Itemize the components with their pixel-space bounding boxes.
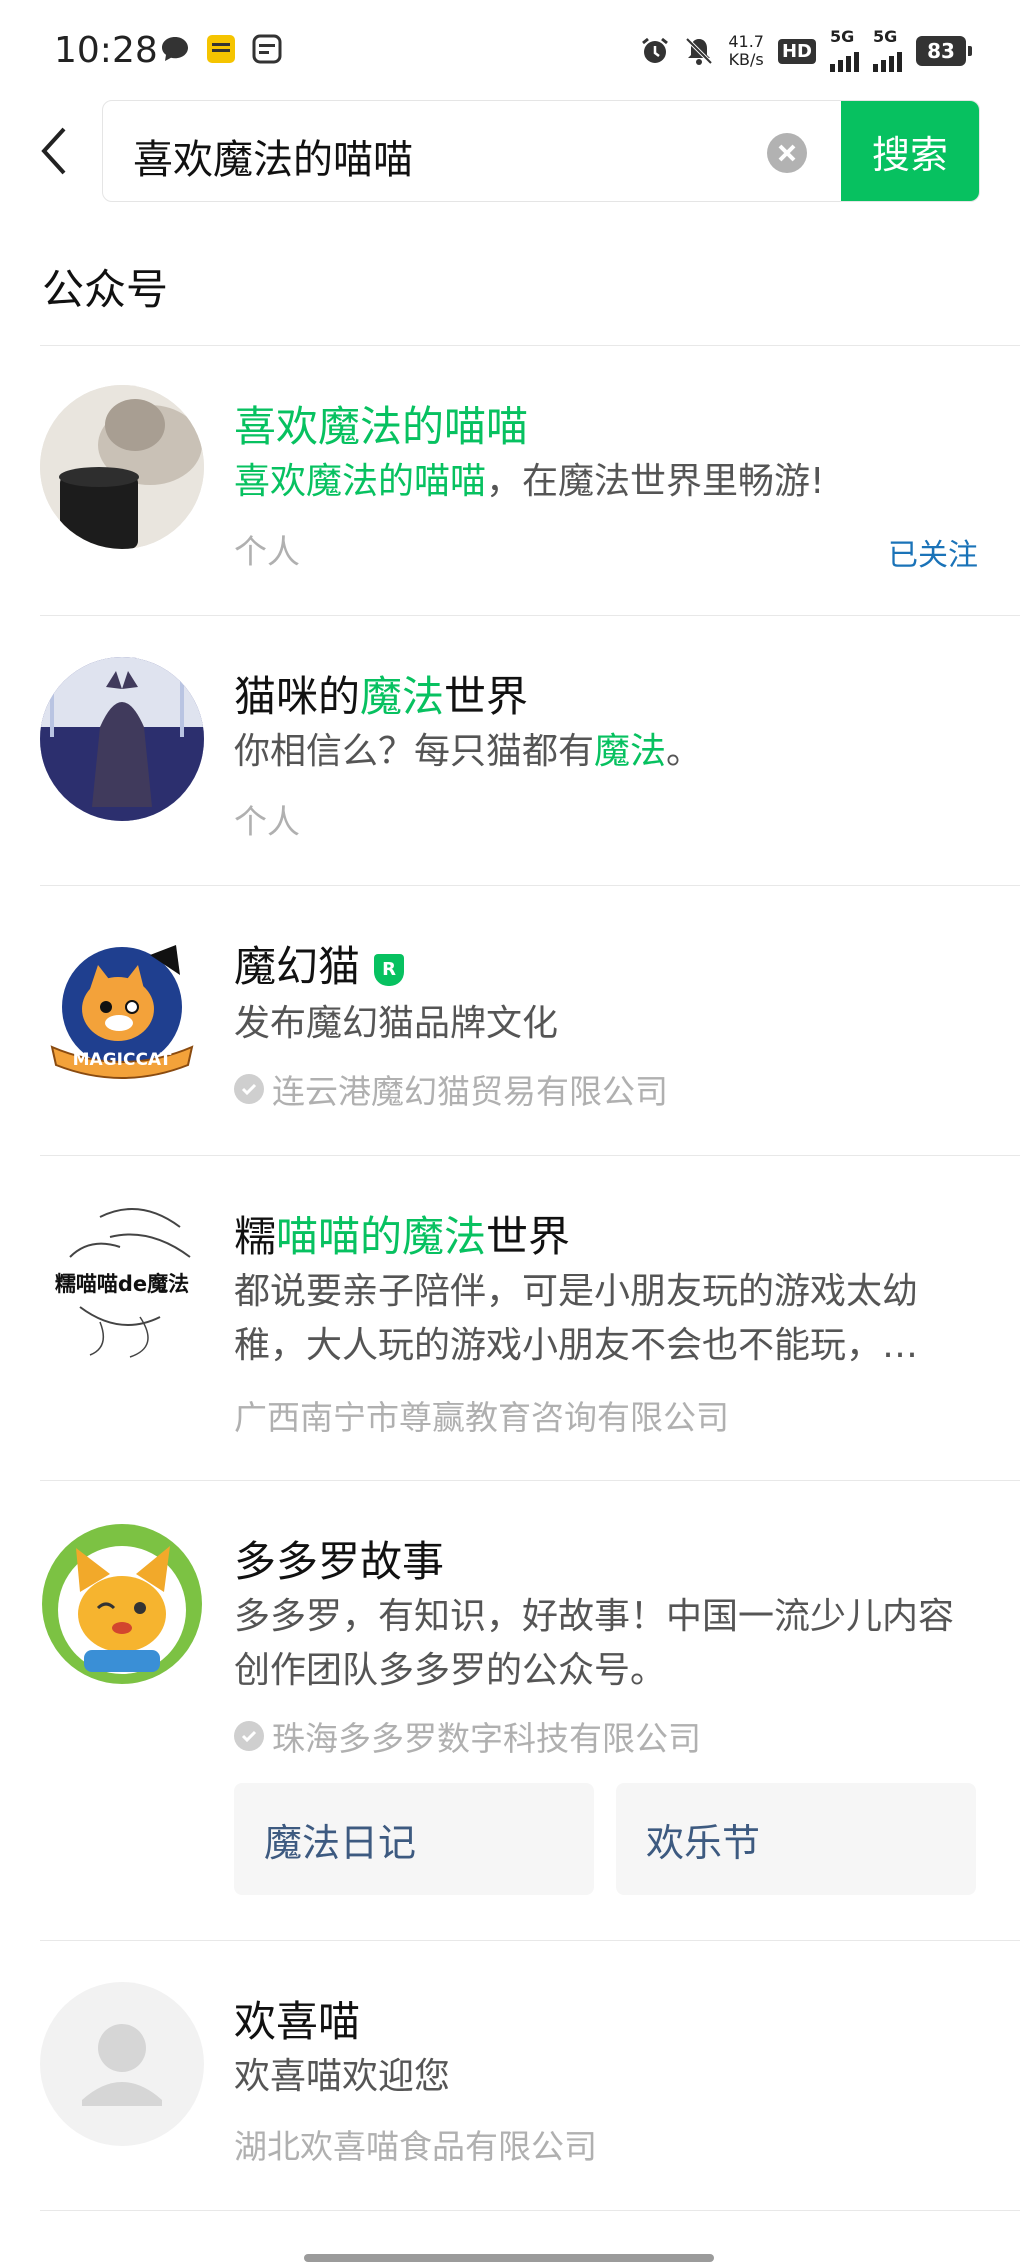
title-part: 世界 <box>444 672 529 721</box>
wallet-icon <box>252 34 282 64</box>
section-title: 公众号 <box>42 265 169 314</box>
net-speed-value: 41.7 <box>728 32 764 51</box>
signal-bars-icon <box>830 44 859 72</box>
search-bar: 喜欢魔法的喵喵 搜索 <box>102 100 980 202</box>
desc-part: 。 <box>666 731 703 772</box>
result-description: 都说要亲子陪伴，可是小朋友玩的游戏太幼稚，大人玩的游戏小朋友不会也不能玩，… <box>234 1271 919 1366</box>
desc-part: 你相信么？每只猫都有 <box>234 731 595 772</box>
home-indicator[interactable] <box>304 2254 714 2262</box>
net-speed-unit: KB/s <box>728 50 764 69</box>
back-button[interactable] <box>28 115 84 187</box>
battery-icon: 83 <box>916 36 972 66</box>
avatar: MAGICCAT <box>40 927 204 1091</box>
logo-text: MAGICCAT <box>73 1050 172 1070</box>
result-item[interactable]: 糯喵喵de魔法 糯喵喵的魔法世界 都说要亲子陪伴，可是小朋友玩的游戏太幼稚，大人… <box>0 1155 1020 1480</box>
signal-sim2: 5G <box>873 27 902 72</box>
title-part: 糯 <box>234 1212 277 1261</box>
result-description: 欢喜喵欢迎您 <box>234 2056 451 2097</box>
title-highlight: 喵喵的魔法 <box>276 1212 487 1261</box>
close-icon <box>778 144 796 162</box>
title-text: 魔幻猫 <box>234 942 361 991</box>
result-type: 个人 <box>234 532 300 571</box>
hd-badge: HD <box>777 38 816 64</box>
status-right: 41.7 KB/s HD 5G 5G 83 <box>640 27 972 72</box>
status-time: 10:28 <box>54 30 158 71</box>
result-item[interactable]: 喜欢魔法的喵喵 喜欢魔法的喵喵，在魔法世界里畅游! 个人 已关注 <box>0 345 1020 615</box>
search-input[interactable]: 喜欢魔法的喵喵 <box>133 127 413 185</box>
avatar: 糯喵喵de魔法 <box>40 1197 204 1361</box>
status-bar: 10:28 41.7 KB/s HD 5G 5G 83 <box>0 0 1020 100</box>
result-item[interactable]: 多多罗故事 多多罗，有知识，好故事！中国一流少儿内容创作团队多多罗的公众号。 珠… <box>0 1480 1020 1940</box>
signal-bars-icon <box>873 44 902 72</box>
app-notification-icon <box>207 35 235 63</box>
result-description: 喜欢魔法的喵喵，在魔法世界里畅游! <box>234 455 974 509</box>
default-user-icon <box>82 2024 162 2106</box>
avatar <box>40 657 204 821</box>
signal-sim1: 5G <box>830 27 859 72</box>
duoduoluo-logo <box>42 1524 202 1684</box>
result-title: 猫咪的魔法世界 <box>234 663 528 724</box>
network-speed: 41.7 KB/s <box>728 33 764 69</box>
result-type: 个人 <box>234 802 300 841</box>
chat-bubble-icon <box>162 37 188 61</box>
verified-check-icon <box>234 1074 264 1104</box>
mute-bell-icon <box>685 37 713 65</box>
result-item[interactable]: 欢喜喵 欢喜喵欢迎您 湖北欢喜喵食品有限公司 <box>0 1940 1020 2210</box>
search-button[interactable]: 搜索 <box>841 101 979 201</box>
article-tag[interactable]: 魔法日记 <box>234 1783 594 1895</box>
result-description: 发布魔幻猫品牌文化 <box>234 1003 559 1044</box>
battery-level: 83 <box>927 39 955 63</box>
sim2-label: 5G <box>873 27 898 46</box>
result-item[interactable]: 猫咪的魔法世界 你相信么？每只猫都有魔法。 个人 <box>0 615 1020 885</box>
result-description: 你相信么？每只猫都有魔法。 <box>234 725 974 779</box>
clear-search-button[interactable] <box>767 133 807 173</box>
avatar <box>40 385 204 549</box>
result-title: 魔幻猫 R <box>234 933 405 994</box>
result-title: 欢喜喵 <box>234 1997 361 2046</box>
verified-badge-icon: R <box>374 953 405 986</box>
cat-photo-avatar <box>40 385 204 549</box>
alarm-icon <box>642 37 669 63</box>
desc-highlight: 魔法 <box>594 731 667 772</box>
title-part: 猫咪的 <box>234 672 361 721</box>
title-highlight: 魔法 <box>360 672 445 721</box>
avatar <box>40 1522 204 1686</box>
desc-highlight: 喜欢魔法的喵喵 <box>234 461 487 502</box>
avatar <box>40 1982 204 2146</box>
chevron-left-icon <box>41 127 66 175</box>
result-title: 喜欢魔法的喵喵 <box>234 393 528 454</box>
company-name: 连云港魔幻猫贸易有限公司 <box>272 1072 668 1111</box>
result-title: 多多罗故事 <box>234 1537 445 1586</box>
result-description: 多多罗，有知识，好故事！中国一流少儿内容创作团队多多罗的公众号。 <box>234 1596 955 1691</box>
magic-cat-avatar <box>40 657 204 821</box>
result-title: 糯喵喵的魔法世界 <box>234 1203 570 1264</box>
magiccat-logo: MAGICCAT <box>50 945 194 1079</box>
followed-label[interactable]: 已关注 <box>888 530 978 574</box>
result-company: 广西南宁市尊赢教育咨询有限公司 <box>234 1398 729 1437</box>
notification-icons <box>160 34 282 64</box>
desc-part: ，在魔法世界里畅游! <box>486 461 825 502</box>
result-company: 珠海多多罗数字科技有限公司 <box>234 1712 701 1760</box>
divider <box>40 2210 1020 2211</box>
article-tag[interactable]: 欢乐节 <box>616 1783 976 1895</box>
company-name: 珠海多多罗数字科技有限公司 <box>272 1719 701 1758</box>
verified-check-icon <box>234 1721 264 1751</box>
title-highlight: 喜欢魔法的喵喵 <box>234 402 529 451</box>
logo-text: 糯喵喵de魔法 <box>55 1272 189 1296</box>
sketch-logo: 糯喵喵de魔法 <box>55 1208 191 1358</box>
result-company: 湖北欢喜喵食品有限公司 <box>234 2127 597 2166</box>
sim1-label: 5G <box>830 27 855 46</box>
result-item[interactable]: MAGICCAT 魔幻猫 R 发布魔幻猫品牌文化 连云港魔幻猫贸易有限公司 <box>0 885 1020 1155</box>
result-company: 连云港魔幻猫贸易有限公司 <box>234 1065 668 1113</box>
title-part: 世界 <box>486 1212 571 1261</box>
